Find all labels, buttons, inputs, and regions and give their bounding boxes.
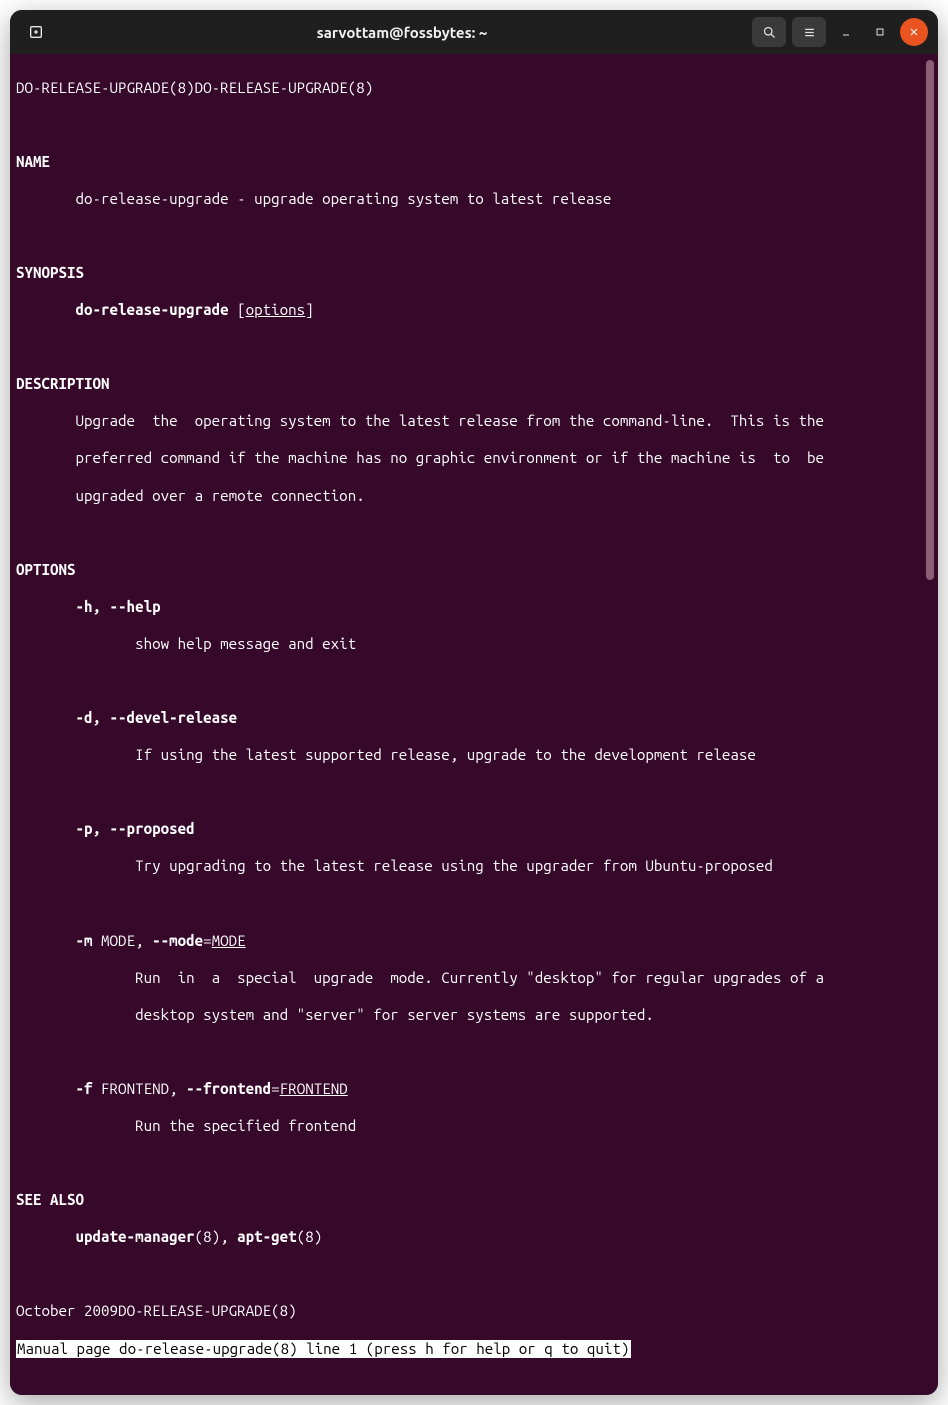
description-line-2: preferred command if the machine has no … bbox=[16, 449, 938, 468]
option-mode-desc-1: Run in a special upgrade mode. Currently… bbox=[16, 969, 938, 988]
search-button[interactable] bbox=[752, 17, 786, 47]
man-footer-right: DO-RELEASE-UPGRADE(8) bbox=[118, 1302, 297, 1319]
hamburger-icon bbox=[802, 25, 817, 40]
maximize-icon bbox=[874, 26, 886, 38]
description-line-1: Upgrade the operating system to the late… bbox=[16, 412, 938, 431]
option-devel-desc: If using the latest supported release, u… bbox=[16, 746, 938, 765]
scrollbar-thumb[interactable] bbox=[926, 60, 934, 580]
description-line-3: upgraded over a remote connection. bbox=[16, 487, 938, 506]
close-button[interactable] bbox=[900, 18, 928, 46]
section-synopsis: SYNOPSIS bbox=[16, 264, 938, 283]
option-mode-desc-2: desktop system and "server" for server s… bbox=[16, 1006, 938, 1025]
synopsis-options: options bbox=[246, 301, 306, 318]
section-seealso: SEE ALSO bbox=[16, 1191, 938, 1210]
seealso-update-manager: update-manager bbox=[76, 1228, 195, 1245]
option-mode-long: --mode bbox=[152, 932, 203, 949]
menu-button[interactable] bbox=[792, 17, 826, 47]
option-help: -h, --help bbox=[16, 598, 938, 617]
seealso-apt-get: apt-get bbox=[237, 1228, 297, 1245]
window-title: sarvottam@fossbytes: ~ bbox=[58, 24, 746, 41]
maximize-button[interactable] bbox=[866, 18, 894, 46]
option-mode-val: MODE bbox=[212, 932, 246, 949]
option-frontend-long: --frontend bbox=[186, 1080, 271, 1097]
name-text: do-release-upgrade - upgrade operating s… bbox=[16, 190, 938, 209]
close-icon bbox=[908, 26, 920, 38]
option-frontend-desc: Run the specified frontend bbox=[16, 1117, 938, 1136]
option-mode-short: -m bbox=[76, 932, 93, 949]
man-page-content: DO-RELEASE-UPGRADE(8)DO-RELEASE-UPGRADE(… bbox=[16, 60, 938, 1395]
man-footer-date: October 2009 bbox=[16, 1302, 118, 1319]
section-name: NAME bbox=[16, 153, 938, 172]
scrollbar[interactable] bbox=[926, 60, 934, 700]
option-proposed: -p, --proposed bbox=[16, 820, 938, 839]
minimize-icon bbox=[840, 26, 852, 38]
titlebar: sarvottam@fossbytes: ~ bbox=[10, 10, 938, 54]
synopsis-command: do-release-upgrade bbox=[76, 301, 229, 318]
option-frontend-short: -f bbox=[76, 1080, 93, 1097]
option-help-desc: show help message and exit bbox=[16, 635, 938, 654]
man-header-left: DO-RELEASE-UPGRADE(8) bbox=[16, 79, 195, 96]
search-icon bbox=[762, 25, 777, 40]
section-description: DESCRIPTION bbox=[16, 375, 938, 394]
minimize-button[interactable] bbox=[832, 18, 860, 46]
new-tab-icon bbox=[28, 24, 44, 40]
option-proposed-desc: Try upgrading to the latest release usin… bbox=[16, 857, 938, 876]
man-header-right: DO-RELEASE-UPGRADE(8) bbox=[195, 79, 374, 96]
new-tab-button[interactable] bbox=[20, 16, 52, 48]
terminal-window: sarvottam@fossbytes: ~ DO-RELEASE-UPGRAD… bbox=[10, 10, 938, 1395]
section-options: OPTIONS bbox=[16, 561, 938, 580]
option-frontend-val: FRONTEND bbox=[280, 1080, 348, 1097]
man-status-line: Manual page do-release-upgrade(8) line 1… bbox=[16, 1340, 631, 1359]
